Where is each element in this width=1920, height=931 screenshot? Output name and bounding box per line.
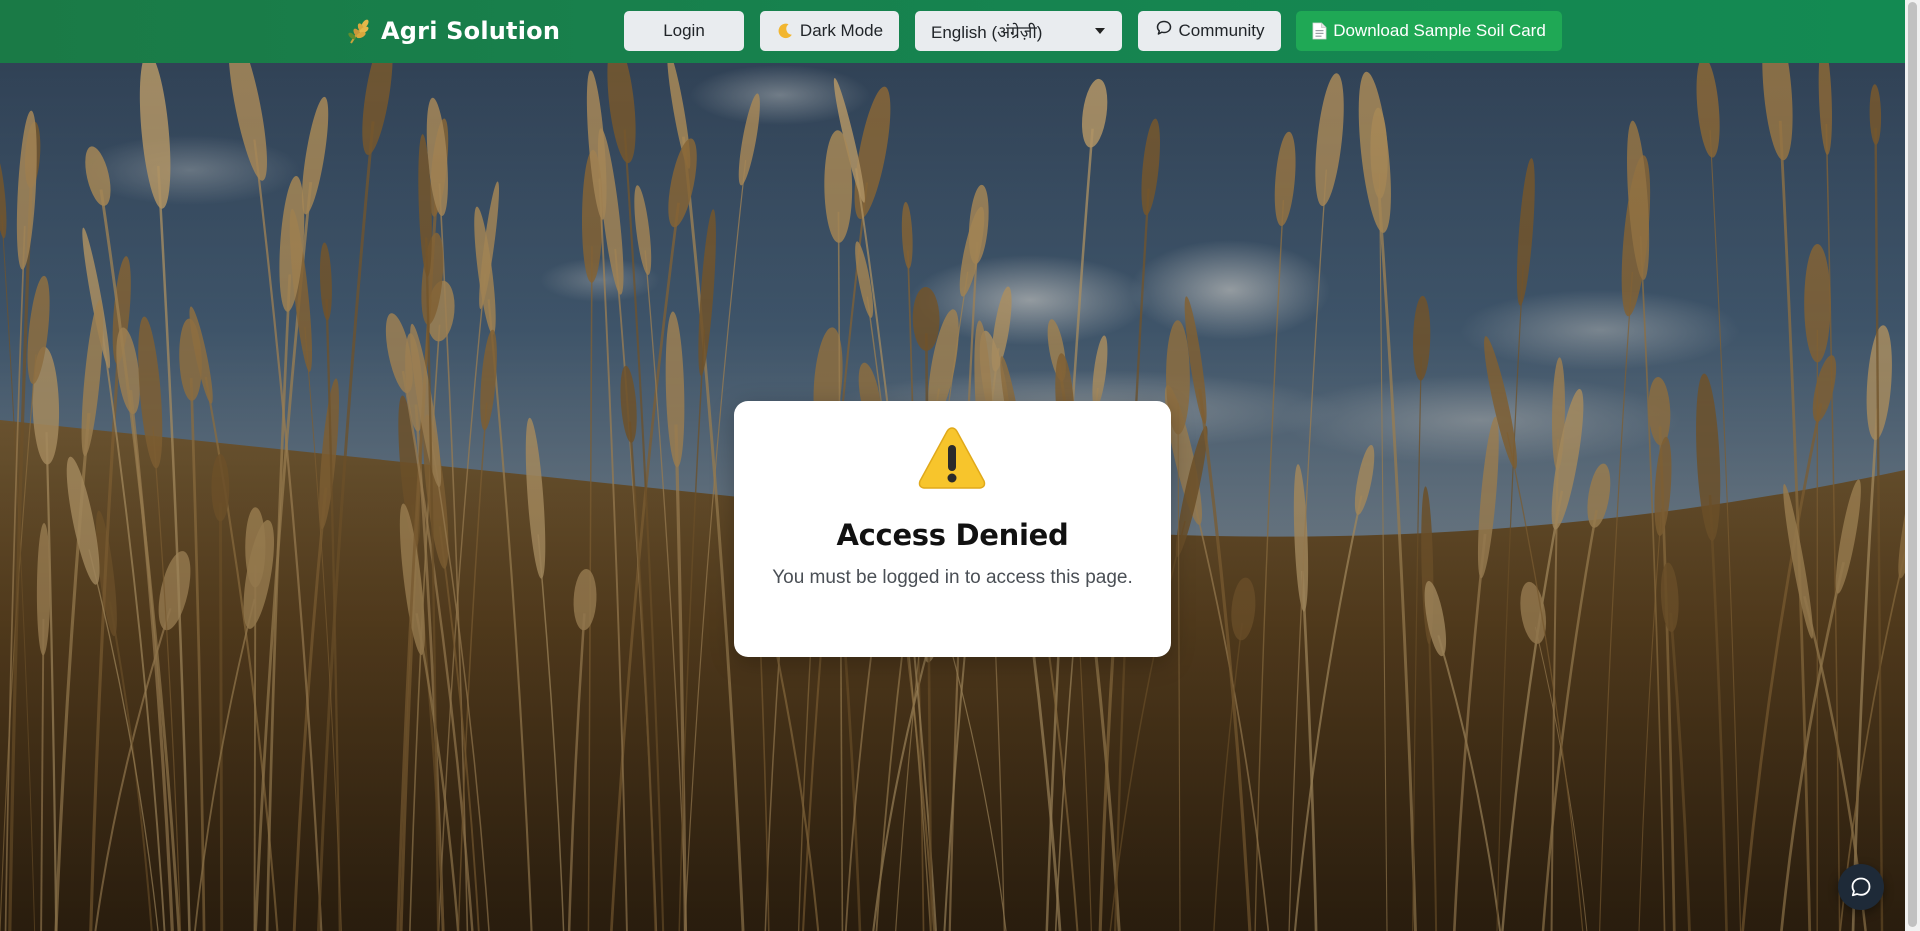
top-navbar: Agri Solution Login Dark Mode English (अ… bbox=[0, 0, 1905, 63]
warning-icon bbox=[918, 427, 986, 489]
language-selected-value: English (अंग्रेज़ी) bbox=[931, 22, 1043, 42]
download-soil-card-button[interactable]: Download Sample Soil Card bbox=[1296, 11, 1562, 51]
chevron-down-icon bbox=[1095, 28, 1105, 34]
chat-bubble-icon bbox=[1851, 877, 1871, 897]
dark-mode-button[interactable]: Dark Mode bbox=[760, 11, 899, 51]
dark-mode-label: Dark Mode bbox=[799, 21, 884, 40]
brand-title: Agri Solution bbox=[381, 17, 561, 45]
community-button[interactable]: Community bbox=[1138, 11, 1281, 51]
access-denied-message: You must be logged in to access this pag… bbox=[772, 567, 1133, 588]
chat-fab-button[interactable] bbox=[1838, 864, 1884, 910]
language-select[interactable]: English (अंग्रेज़ी) bbox=[915, 11, 1122, 51]
login-button[interactable]: Login bbox=[624, 11, 744, 51]
login-button-label: Login bbox=[663, 21, 705, 40]
download-soil-card-label: Download Sample Soil Card bbox=[1333, 21, 1546, 40]
chat-bubble-icon bbox=[1156, 20, 1171, 35]
document-icon bbox=[1312, 22, 1327, 40]
wheat-icon bbox=[348, 19, 369, 44]
page-scrollbar[interactable] bbox=[1905, 0, 1920, 931]
access-denied-title: Access Denied bbox=[836, 518, 1069, 552]
moon-icon bbox=[778, 23, 792, 39]
community-label: Community bbox=[1178, 21, 1265, 40]
brand-logo[interactable]: Agri Solution bbox=[345, 13, 560, 49]
scrollbar-thumb[interactable] bbox=[1908, 2, 1917, 927]
access-denied-card: Access Denied You must be logged in to a… bbox=[734, 401, 1171, 657]
